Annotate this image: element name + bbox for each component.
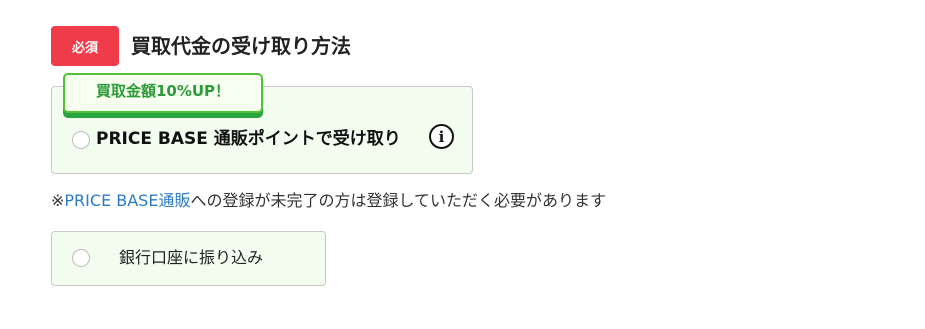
points-radio[interactable] (72, 131, 90, 149)
price-base-link[interactable]: PRICE BASE通販 (64, 191, 190, 210)
points-option-label[interactable]: PRICE BASE 通販ポイントで受け取り (96, 126, 401, 152)
bonus-tag: 買取金額10%UP！ (63, 73, 263, 113)
required-badge: 必須 (51, 26, 119, 66)
bank-radio[interactable] (72, 249, 90, 267)
note-text: への登録が未完了の方は登録していただく必要があります (190, 191, 606, 210)
section-title: 買取代金の受け取り方法 (131, 34, 351, 58)
registration-note: ※PRICE BASE通販への登録が未完了の方は登録していただく必要があります (51, 189, 606, 213)
bank-option-label[interactable]: 銀行口座に振り込み (119, 245, 263, 271)
payment-method-section: 必須 買取代金の受け取り方法 買取金額10%UP！ PRICE BASE 通販ポ… (0, 0, 925, 329)
info-icon[interactable]: i (429, 124, 454, 149)
note-prefix: ※ (51, 191, 65, 210)
